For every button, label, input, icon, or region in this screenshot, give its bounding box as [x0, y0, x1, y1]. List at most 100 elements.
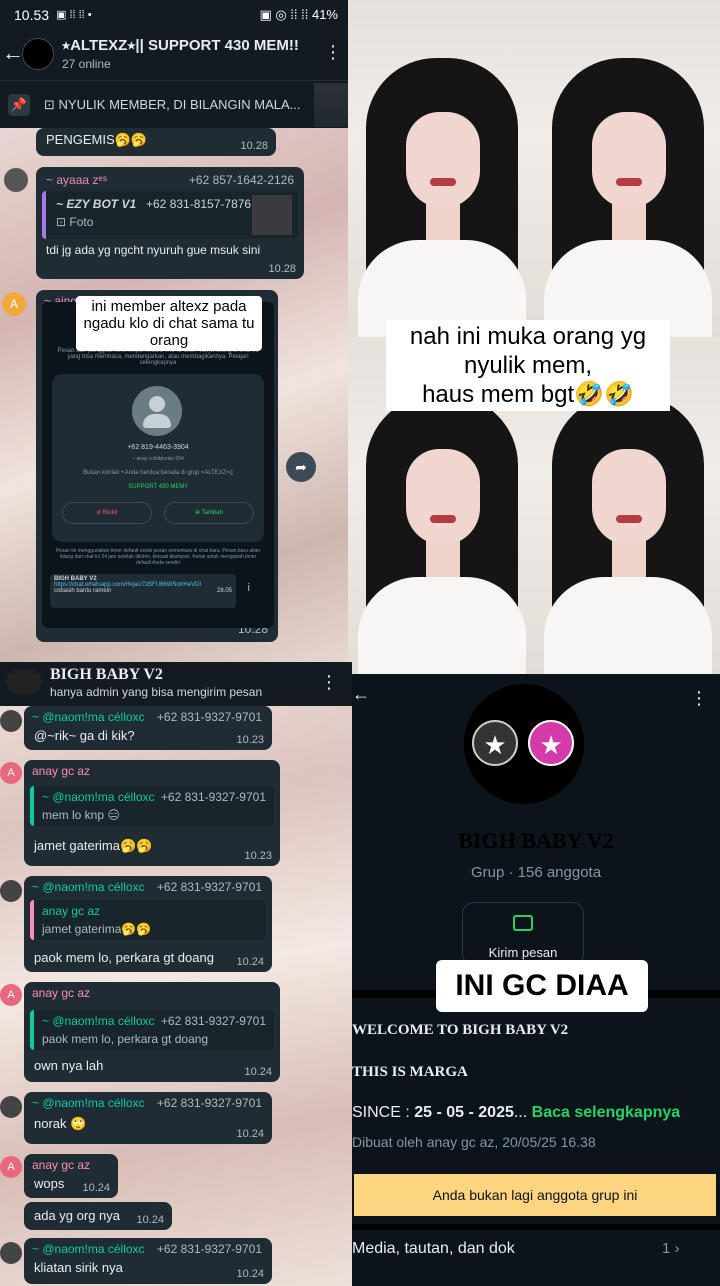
logo-bb-icon: ★ [472, 720, 518, 766]
more-options-icon[interactable]: ⋮ [320, 672, 338, 693]
more-options-icon[interactable]: ⋮ [324, 42, 342, 63]
message-bubble[interactable]: PENGEMIS🥱🥱 10.28 [36, 128, 276, 156]
pin-icon: 📌 [8, 94, 30, 116]
sender-avatar[interactable]: A [2, 292, 26, 316]
sender-name[interactable]: anay gc az [32, 764, 90, 778]
timer-note: Pesan ini menggunakan timer default untu… [55, 548, 261, 566]
photo-face [406, 449, 480, 545]
message-text: wops [34, 1176, 65, 1191]
send-message-button[interactable]: Kirim pesan [462, 902, 584, 966]
message-text: tdi jg ada yg ngcht nyuruh gue msuk sini [46, 243, 261, 257]
forward-icon[interactable]: ➦ [286, 452, 316, 482]
group-description-line: THIS IS MARGA [352, 1064, 468, 1080]
divider [352, 1224, 720, 1230]
sender-avatar[interactable] [0, 1096, 22, 1118]
group-avatar[interactable] [6, 670, 42, 694]
sender-avatar[interactable]: A [0, 1156, 22, 1178]
message-bubble[interactable]: ada yg org nya 10.24 [24, 1202, 172, 1230]
sender-name[interactable]: ~ @naom!ma célloxc [32, 710, 145, 724]
chat-title[interactable]: ⭑ALTEXZ⭑|| SUPPORT 430 MEM!! [62, 37, 299, 54]
message-bubble[interactable]: ~ @naom!ma célloxc +62 831-9327-9701 nor… [24, 1092, 272, 1144]
sender-avatar[interactable] [0, 880, 22, 902]
message-time: 10.24 [136, 1214, 164, 1226]
contact-group: SUPPORT 430 MEM!! [128, 484, 188, 490]
pinned-message-bar[interactable]: 📌 ⊡ NYULIK MEMBER, DI BILANGIN MALA... [0, 80, 348, 128]
portrait-photo [348, 0, 534, 337]
message-bubble[interactable]: ~ ayaaa zᵉˢ +62 857-1642-2126 ~ EZY BOT … [36, 167, 304, 279]
sender-avatar[interactable] [4, 168, 28, 192]
no-longer-member-banner: Anda bukan lagi anggota grup ini [354, 1174, 716, 1216]
back-arrow-icon[interactable]: ← [352, 684, 370, 705]
quoted-message[interactable]: ~ EZY BOT V1 +62 831-8157-7876 ⊡ Foto [42, 191, 298, 239]
message-time: 10.24 [236, 1268, 264, 1280]
message-bubble[interactable]: anay gc az ~ @naom!ma célloxc +62 831-93… [24, 982, 280, 1082]
message-text: own nya lah [34, 1058, 104, 1073]
created-by: Dibuat oleh anay gc az, 20/05/25 16.38 [352, 1134, 596, 1150]
quoted-message[interactable]: ~ @naom!ma célloxc +62 831-9327-9701 mem… [30, 786, 274, 826]
chat-subtitle: 27 online [62, 57, 111, 71]
quoted-text: jamet gaterima🥱🥱 [42, 922, 152, 936]
sender-avatar[interactable] [0, 710, 22, 732]
chat-header: BIGH BABY V2 hanya admin yang bisa mengi… [0, 662, 352, 706]
photo-face [592, 112, 666, 208]
overlay-caption: INI GC DIAA [436, 960, 648, 1012]
message-time: 10.24 [236, 1128, 264, 1140]
message-icon [513, 915, 533, 931]
sender-name[interactable]: anay gc az [32, 986, 90, 1000]
sender-avatar[interactable]: A [0, 762, 22, 784]
photo-face [406, 112, 480, 208]
message-text: kliatan sirik nya [34, 1260, 123, 1275]
sender-avatar[interactable]: A [0, 984, 22, 1006]
more-options-icon[interactable]: ⋮ [690, 688, 708, 709]
photo-lips [430, 178, 456, 186]
quoted-type: ⊡ Foto [56, 215, 94, 229]
info-icon: i [247, 582, 250, 594]
sender-name[interactable]: ~ @naom!ma célloxc [32, 880, 145, 894]
quoted-message[interactable]: ~ @naom!ma célloxc +62 831-9327-9701 pao… [30, 1010, 274, 1050]
message-time: 10.23 [236, 734, 264, 746]
message-bubble[interactable]: anay gc az wops 10.24 [24, 1154, 118, 1198]
sender-avatar[interactable] [0, 1242, 22, 1264]
back-arrow-icon[interactable]: ← [2, 40, 24, 66]
sender-name[interactable]: ~ ayaaa zᵉˢ [46, 173, 107, 187]
sender-phone: +62 831-9327-9701 [156, 710, 262, 724]
quoted-text: mem lo knp 😑 [42, 808, 120, 822]
message-bubble[interactable]: ~ @naom!ma célloxc +62 831-9327-9701 @~r… [24, 706, 272, 750]
group-avatar[interactable] [22, 38, 54, 70]
logo-pink-star-icon: ★ [528, 720, 574, 766]
add-button: ⊕ Tambah [164, 502, 254, 524]
sender-phone: +62 831-9327-9701 [156, 1096, 262, 1110]
profile-placeholder-icon [132, 386, 182, 436]
quoted-sender: anay gc az [42, 904, 101, 918]
photo-caption: nah ini muka orang yg nyulik mem, haus m… [386, 320, 670, 411]
read-more-link[interactable]: Baca selengkapnya [532, 1104, 681, 1121]
sender-name[interactable]: anay gc az [32, 1158, 90, 1172]
media-count[interactable]: 1 › [662, 1240, 680, 1257]
quoted-sender: ~ @naom!ma célloxc [42, 790, 155, 804]
group-member-count: Grup · 156 anggota [470, 864, 602, 881]
block-button: ⊘ Blokir [62, 502, 152, 524]
quoted-message[interactable]: anay gc az jamet gaterima🥱🥱 [30, 900, 266, 940]
message-text: ada yg org nya [34, 1208, 121, 1223]
quoted-phone: +62 831-9327-9701 [160, 1014, 266, 1028]
message-bubble[interactable]: ~ @naom!ma célloxc +62 831-9327-9701 ana… [24, 876, 272, 972]
media-links-docs-row[interactable]: Media, tautan, dan dok [352, 1240, 515, 1258]
sender-name[interactable]: ~ @naom!ma célloxc [32, 1096, 145, 1110]
contact-alias: ~ anay cc/bitpunku 904 [132, 456, 184, 462]
photo-lips [616, 178, 642, 186]
quoted-text: paok mem lo, perkara gt doang [42, 1032, 209, 1046]
message-bubble[interactable]: anay gc az ~ @naom!ma célloxc +62 831-93… [24, 760, 280, 866]
message-text: paok mem lo, perkara gt doang [34, 950, 214, 965]
message-time: 10.24 [244, 1066, 272, 1078]
message-bubble[interactable]: ~ @naom!ma célloxc +62 831-9327-9701 kli… [24, 1238, 272, 1284]
message-text: @~rik~ ga di kik? [34, 728, 135, 743]
status-time: 10.53 [14, 7, 50, 23]
message-time: 10.24 [82, 1182, 110, 1194]
photo-lips [430, 515, 456, 523]
chat-title[interactable]: BIGH BABY V2 [50, 666, 163, 684]
sender-phone: +62 831-9327-9701 [156, 1242, 262, 1256]
group-avatar[interactable]: ★ ★ [464, 684, 584, 804]
photo-lips [616, 515, 642, 523]
sender-name[interactable]: ~ @naom!ma célloxc [32, 1242, 145, 1256]
link-time: 28.05 [216, 588, 232, 594]
